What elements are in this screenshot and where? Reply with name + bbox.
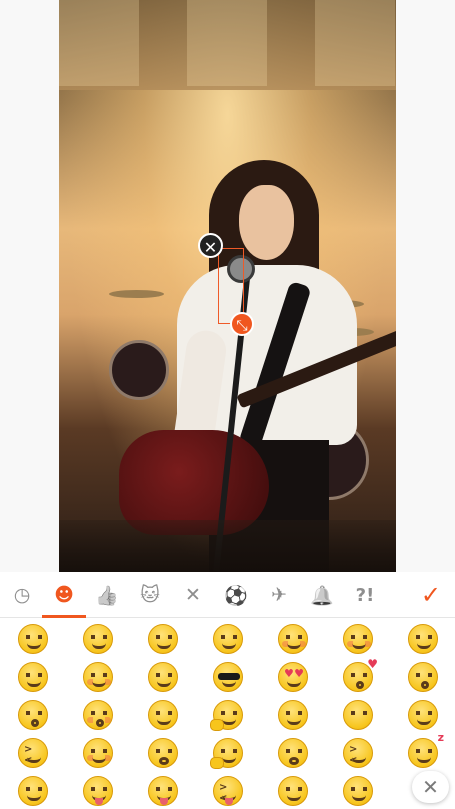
- kissing-blush-emoji-icon[interactable]: [83, 700, 113, 730]
- sticker-delete-icon[interactable]: ✕: [198, 233, 223, 258]
- kissing-emoji-icon[interactable]: [408, 662, 438, 692]
- sunglasses-emoji-icon[interactable]: [213, 662, 243, 692]
- drum: [109, 340, 169, 400]
- tab-animals[interactable]: 🐱: [128, 572, 172, 618]
- sticker-editor-screen: ✕ ⤡ ◷ ☻ 👍 🐱 ✕ ⚽ ✈ 🔔 ?! ✓ ♥ ♥ ♥ > < > < z…: [0, 0, 455, 809]
- no-mouth-emoji-icon[interactable]: [343, 700, 373, 730]
- ceiling-panel: [187, 0, 267, 86]
- zipper-mouth-emoji-icon[interactable]: [210, 738, 243, 769]
- hushed-emoji-icon[interactable]: [148, 738, 178, 768]
- cat-icon: 🐱: [140, 584, 160, 606]
- bell-icon: 🔔: [310, 584, 334, 607]
- thumbs-up-icon: 👍: [95, 584, 119, 607]
- utensils-icon: ✕: [185, 584, 201, 606]
- tab-symbols[interactable]: ?!: [343, 572, 387, 618]
- smile-emoji-icon[interactable]: [213, 624, 243, 654]
- persevere-emoji-icon[interactable]: [18, 738, 48, 768]
- tab-recent[interactable]: ◷: [0, 572, 44, 618]
- close-panel-icon[interactable]: ✕: [412, 771, 449, 803]
- blush-emoji-icon[interactable]: [278, 624, 308, 654]
- wink-emoji-icon[interactable]: [18, 662, 48, 692]
- performer-face: [239, 185, 294, 260]
- happy-blush-emoji-icon[interactable]: [343, 624, 373, 654]
- kissing-heart-emoji-icon[interactable]: [343, 657, 378, 692]
- slight-smile-emoji-icon[interactable]: [148, 700, 178, 730]
- tab-gestures[interactable]: 👍: [85, 572, 129, 618]
- squinting-tongue-emoji-icon[interactable]: [213, 776, 243, 806]
- relieved-emoji-icon[interactable]: [83, 662, 113, 692]
- neutral-emoji-icon[interactable]: [278, 700, 308, 730]
- joy-emoji-icon[interactable]: [148, 624, 178, 654]
- thinking-emoji-icon[interactable]: [210, 700, 243, 731]
- unamused-emoji-icon[interactable]: [408, 700, 438, 730]
- emoji-category-bar: ◷ ☻ 👍 🐱 ✕ ⚽ ✈ 🔔 ?! ✓: [0, 572, 455, 618]
- yawning-emoji-icon[interactable]: [278, 738, 308, 768]
- ceiling-panel: [59, 0, 139, 86]
- tired-emoji-icon[interactable]: [343, 738, 373, 768]
- cymbal: [109, 290, 164, 298]
- tab-activities[interactable]: ⚽: [214, 572, 258, 618]
- winking-tongue-emoji-icon[interactable]: [148, 776, 178, 806]
- smiley-icon: ☻: [54, 584, 74, 606]
- tab-objects[interactable]: 🔔: [300, 572, 344, 618]
- recent-icon: ◷: [13, 584, 31, 606]
- disappointed-relieved-emoji-icon[interactable]: [83, 738, 113, 768]
- emoji-grid: [0, 619, 455, 809]
- relaxed-emoji-icon[interactable]: [18, 776, 48, 806]
- active-tab-indicator: [42, 615, 86, 618]
- stage-floor: [59, 520, 396, 572]
- smirk-emoji-icon[interactable]: [148, 662, 178, 692]
- laughing-emoji-icon[interactable]: [408, 624, 438, 654]
- grinning-emoji-icon[interactable]: [18, 624, 48, 654]
- sleepy-emoji-icon[interactable]: [408, 731, 444, 768]
- expressionless-emoji-icon[interactable]: [278, 776, 308, 806]
- video-preview-area: ✕ ⤡: [0, 0, 455, 572]
- tab-food[interactable]: ✕: [171, 572, 215, 618]
- tongue-out-emoji-icon[interactable]: [83, 776, 113, 806]
- ceiling-panel: [315, 0, 395, 86]
- tab-travel[interactable]: ✈: [257, 572, 301, 618]
- ball-icon: ⚽: [224, 584, 248, 607]
- kissing-closed-eyes-emoji-icon[interactable]: [18, 700, 48, 730]
- airplane-icon: ✈: [271, 584, 287, 606]
- sticker-resize-icon[interactable]: ⤡: [230, 312, 254, 336]
- tab-smileys[interactable]: ☻: [42, 572, 86, 618]
- grinning-teeth-emoji-icon[interactable]: [83, 624, 113, 654]
- heart-eyes-emoji-icon[interactable]: [278, 662, 308, 692]
- frowning-emoji-icon[interactable]: [343, 776, 373, 806]
- symbols-icon: ?!: [355, 584, 375, 606]
- confirm-check-icon[interactable]: ✓: [421, 572, 441, 618]
